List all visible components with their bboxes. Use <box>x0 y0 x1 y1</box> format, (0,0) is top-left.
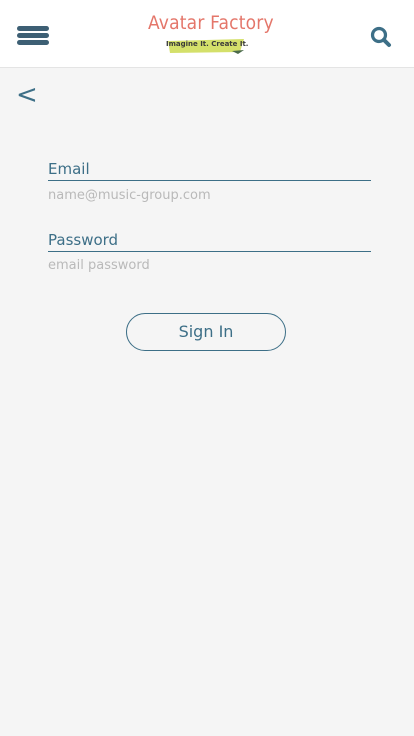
password-field[interactable] <box>48 255 371 275</box>
email-field[interactable] <box>48 185 371 205</box>
password-label: Password <box>48 230 371 252</box>
logo-tagline: Imagine It. Create It. <box>166 40 249 48</box>
menu-icon-bar <box>17 26 49 31</box>
logo[interactable]: Avatar Factory Imagine It. Create It. <box>148 12 274 58</box>
top-header: Avatar Factory Imagine It. Create It. <box>0 0 414 68</box>
logo-ribbon: Imagine It. Create It. <box>166 38 249 54</box>
email-label: Email <box>48 159 371 181</box>
menu-icon-bar <box>17 33 49 38</box>
menu-icon-bar <box>17 40 49 45</box>
sign-in-button[interactable]: Sign In <box>126 313 286 351</box>
menu-icon[interactable] <box>15 24 51 48</box>
search-icon[interactable] <box>368 24 394 50</box>
back-arrow-icon[interactable]: < <box>16 78 40 112</box>
logo-title: Avatar Factory <box>148 12 274 34</box>
